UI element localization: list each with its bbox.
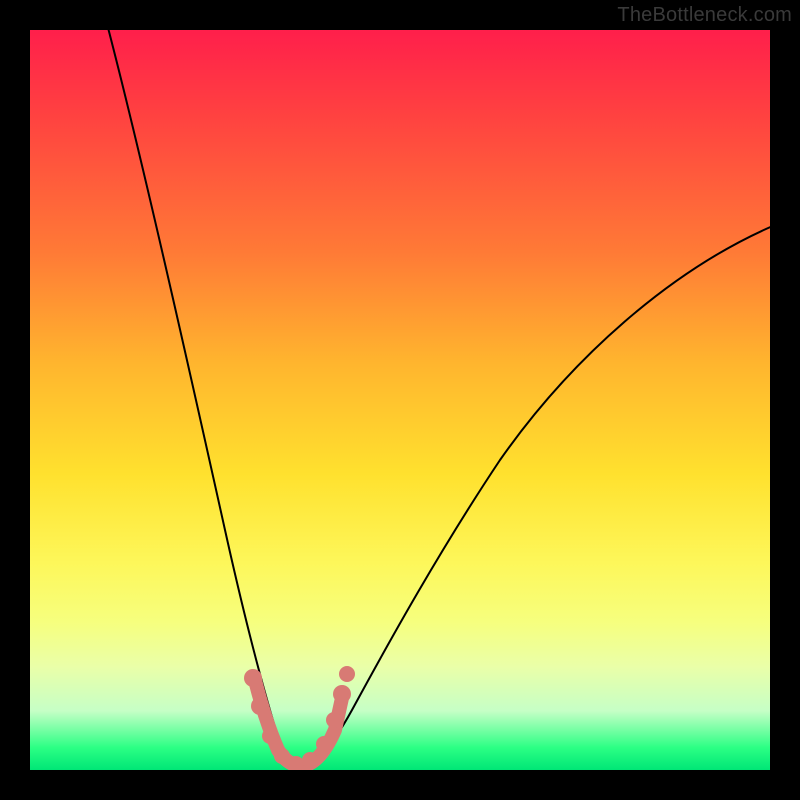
chart-frame: TheBottleneck.com xyxy=(0,0,800,800)
curve-left-branch xyxy=(106,30,296,767)
marker-dot xyxy=(333,685,351,703)
marker-dot xyxy=(302,752,318,768)
plot-area xyxy=(30,30,770,770)
bottleneck-curve xyxy=(30,30,770,770)
marker-dot xyxy=(274,748,290,764)
marker-dot xyxy=(326,712,342,728)
marker-dot xyxy=(262,728,278,744)
marker-dot xyxy=(244,669,262,687)
marker-dot xyxy=(251,697,269,715)
curve-right-branch xyxy=(296,225,770,767)
marker-dot xyxy=(316,736,332,752)
marker-dot xyxy=(339,666,355,682)
watermark-text: TheBottleneck.com xyxy=(617,4,792,27)
